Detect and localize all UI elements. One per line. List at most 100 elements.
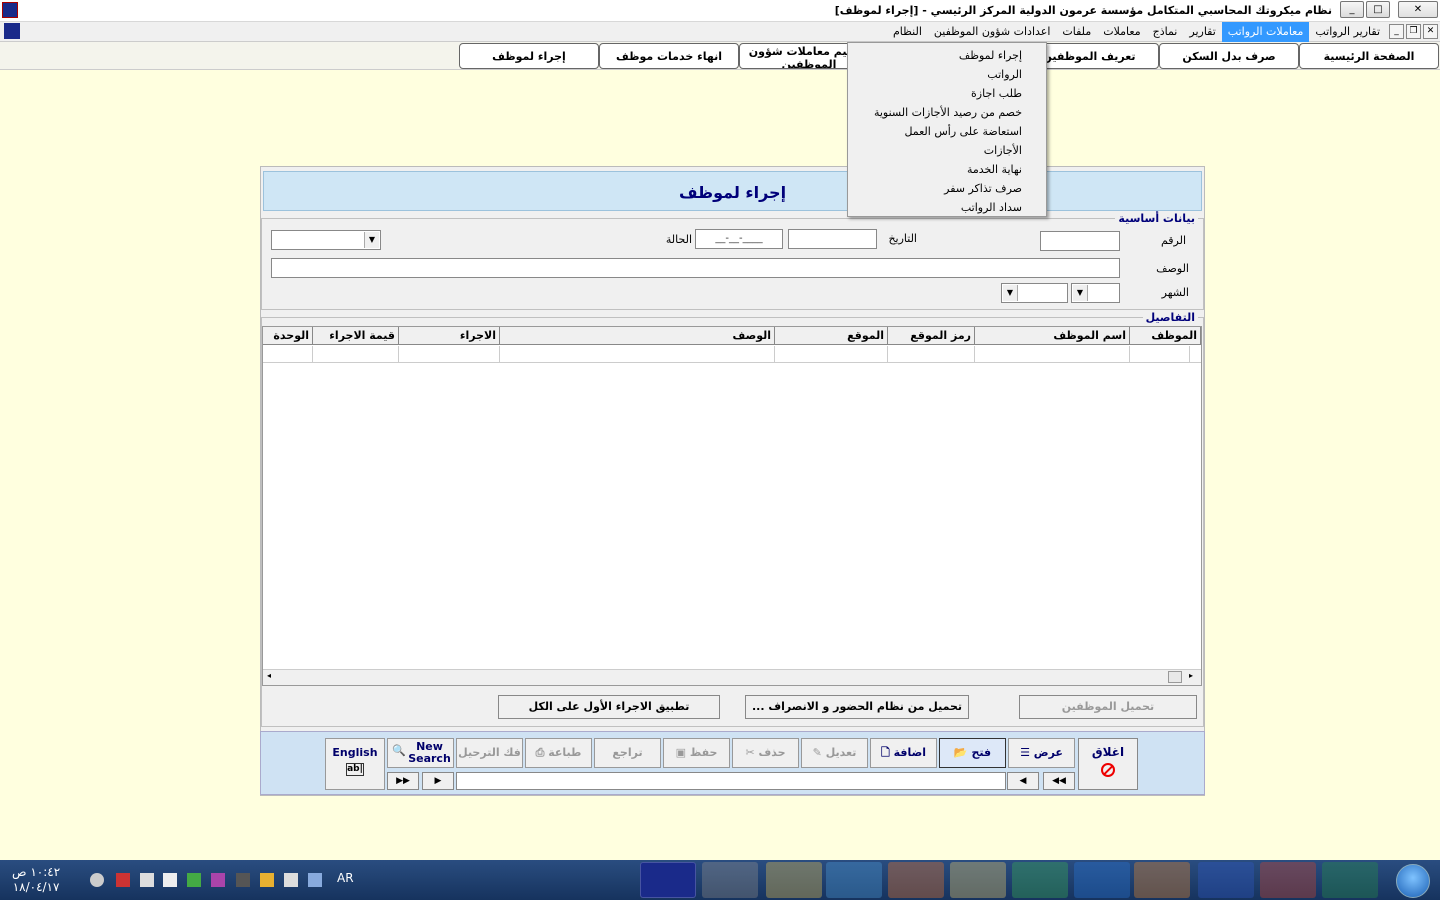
- menu-item[interactable]: تقارير الرواتب: [1309, 22, 1386, 42]
- app-tray-icon[interactable]: [211, 873, 225, 887]
- month-select[interactable]: ▼: [1071, 283, 1120, 303]
- start-button[interactable]: [1396, 864, 1430, 898]
- undo-button[interactable]: تراجع: [594, 738, 661, 768]
- tab-housing-allowance[interactable]: صرف بدل السكن: [1159, 43, 1299, 69]
- device-icon[interactable]: [236, 873, 250, 887]
- grid-cell[interactable]: [399, 346, 500, 363]
- grid-cell[interactable]: [500, 346, 775, 363]
- col-site-code[interactable]: رمز الموقع: [888, 327, 975, 345]
- network-icon[interactable]: [140, 873, 154, 887]
- grid-cell[interactable]: [1130, 346, 1190, 363]
- microtec-app-icon[interactable]: [640, 862, 696, 898]
- next-record-button[interactable]: ▶: [422, 772, 454, 790]
- menu-item[interactable]: نماذج: [1147, 22, 1184, 42]
- date-input[interactable]: [788, 229, 877, 249]
- number-input[interactable]: [1040, 231, 1120, 251]
- last-record-button[interactable]: ▶▶: [387, 772, 419, 790]
- load-employees-button[interactable]: تحميل الموظفين: [1019, 695, 1197, 719]
- scroll-left-icon[interactable]: ◂: [267, 671, 271, 680]
- volume-mixer-icon[interactable]: [90, 873, 104, 887]
- dropdown-menu-item[interactable]: إجراء لموظف: [848, 46, 1046, 65]
- file-explorer-icon[interactable]: [950, 862, 1006, 898]
- col-employee-name[interactable]: اسم الموظف: [975, 327, 1130, 345]
- dropdown-menu-item[interactable]: الرواتب: [848, 65, 1046, 84]
- maximize-button[interactable]: □: [1366, 1, 1390, 18]
- dropdown-menu-item[interactable]: استعاضة على رأس العمل: [848, 122, 1046, 141]
- close-form-button[interactable]: اغلاق: [1078, 738, 1138, 790]
- delete-button[interactable]: حذف ✂: [732, 738, 799, 768]
- grid-cell[interactable]: [888, 346, 975, 363]
- english-button[interactable]: English ab|: [325, 738, 385, 790]
- load-attendance-button[interactable]: تحميل من نظام الحضور و الانصراف ...: [745, 695, 969, 719]
- status-select[interactable]: ▼: [271, 230, 381, 250]
- col-employee[interactable]: الموظف: [1130, 327, 1201, 345]
- col-action-value[interactable]: قيمة الاجراء: [313, 327, 399, 345]
- tab-home[interactable]: الصفحة الرئيسية: [1299, 43, 1439, 69]
- language-indicator[interactable]: AR: [337, 871, 354, 885]
- tab-end-of-service[interactable]: انهاء خدمات موظف: [599, 43, 739, 69]
- media-player-icon[interactable]: [1134, 862, 1190, 898]
- menu-item[interactable]: ملفات: [1056, 22, 1097, 42]
- view-button[interactable]: عرض ☰: [1008, 738, 1075, 768]
- mdi-minimize-button[interactable]: _: [1389, 24, 1404, 39]
- minimize-button[interactable]: _: [1340, 1, 1364, 18]
- unpost-button[interactable]: فك الترحيل: [456, 738, 523, 768]
- scroll-thumb[interactable]: [1168, 671, 1182, 683]
- paint-app-icon[interactable]: [702, 862, 758, 898]
- dropdown-menu-item[interactable]: صرف تذاكر سفر: [848, 179, 1046, 198]
- safari-app-icon[interactable]: [826, 862, 882, 898]
- menu-item[interactable]: اعدادات شؤون الموظفين: [928, 22, 1057, 42]
- grid-cell[interactable]: [263, 346, 313, 363]
- printer-icon[interactable]: [284, 873, 298, 887]
- dropdown-menu-item[interactable]: سداد الرواتب: [848, 198, 1046, 217]
- col-unit[interactable]: الوحدة: [263, 327, 313, 345]
- sync-icon[interactable]: [187, 873, 201, 887]
- save-button[interactable]: حفظ ▣: [663, 738, 730, 768]
- description-input[interactable]: [271, 258, 1120, 278]
- speaker-icon[interactable]: [163, 873, 177, 887]
- menu-item[interactable]: تقارير: [1183, 22, 1221, 42]
- table-row[interactable]: [263, 346, 1201, 363]
- tab-employee-action[interactable]: إجراء لموظف: [459, 43, 599, 69]
- col-site[interactable]: الموقع: [775, 327, 888, 345]
- internet-explorer-icon[interactable]: [1074, 862, 1130, 898]
- close-window-button[interactable]: ✕: [1398, 1, 1438, 18]
- powerpoint-app-icon[interactable]: [1260, 862, 1316, 898]
- mdi-close-button[interactable]: ✕: [1423, 24, 1438, 39]
- display-icon[interactable]: [308, 873, 322, 887]
- shield-icon[interactable]: [260, 873, 274, 887]
- firefox-app-icon[interactable]: [888, 862, 944, 898]
- add-button[interactable]: اضافة 🗋: [870, 738, 937, 768]
- tray-clock[interactable]: ١٠:٤٢ ص ١٨/٠٤/١٧: [12, 865, 60, 895]
- details-grid[interactable]: الموظف اسم الموظف رمز الموقع الموقع الوص…: [262, 326, 1202, 686]
- first-record-button[interactable]: ◀◀: [1043, 772, 1075, 790]
- col-description[interactable]: الوصف: [500, 327, 775, 345]
- grid-cell[interactable]: [975, 346, 1130, 363]
- print-button[interactable]: طباعة ⎙: [525, 738, 592, 768]
- previous-record-button[interactable]: ◀: [1007, 772, 1039, 790]
- date-mask-input[interactable]: __-__-____: [695, 229, 783, 249]
- grid-cell[interactable]: [313, 346, 399, 363]
- grid-cell[interactable]: [775, 346, 888, 363]
- menu-item[interactable]: معاملات الرواتب: [1221, 22, 1310, 42]
- col-action[interactable]: الاجراء: [399, 327, 500, 345]
- outlook-app-icon[interactable]: [766, 862, 822, 898]
- mdi-child-icon[interactable]: [4, 23, 20, 39]
- year-select[interactable]: ▼: [1001, 283, 1068, 303]
- word-app-icon[interactable]: [1198, 862, 1254, 898]
- horizontal-scrollbar[interactable]: ◂ ▸: [263, 669, 1201, 685]
- mdi-restore-button[interactable]: ❐: [1406, 24, 1421, 39]
- dropdown-menu-item[interactable]: طلب اجازة: [848, 84, 1046, 103]
- dropdown-menu-item[interactable]: خصم من رصيد الأجازات السنوية: [848, 103, 1046, 122]
- menu-item[interactable]: النظام: [887, 22, 928, 42]
- edit-button[interactable]: تعديل ✎: [801, 738, 868, 768]
- new-search-button[interactable]: 🔍 New Search: [387, 738, 454, 768]
- menu-item[interactable]: معاملات: [1097, 22, 1146, 42]
- scroll-right-icon[interactable]: ▸: [1189, 671, 1193, 680]
- action-center-icon[interactable]: [116, 873, 130, 887]
- dropdown-menu-item[interactable]: الأجازات: [848, 141, 1046, 160]
- apply-first-action-button[interactable]: تطبيق الاجراء الأول على الكل: [498, 695, 720, 719]
- open-button[interactable]: فتح 📂: [939, 738, 1006, 768]
- dropdown-menu-item[interactable]: نهاية الخدمة: [848, 160, 1046, 179]
- excel-app-icon[interactable]: [1322, 862, 1378, 898]
